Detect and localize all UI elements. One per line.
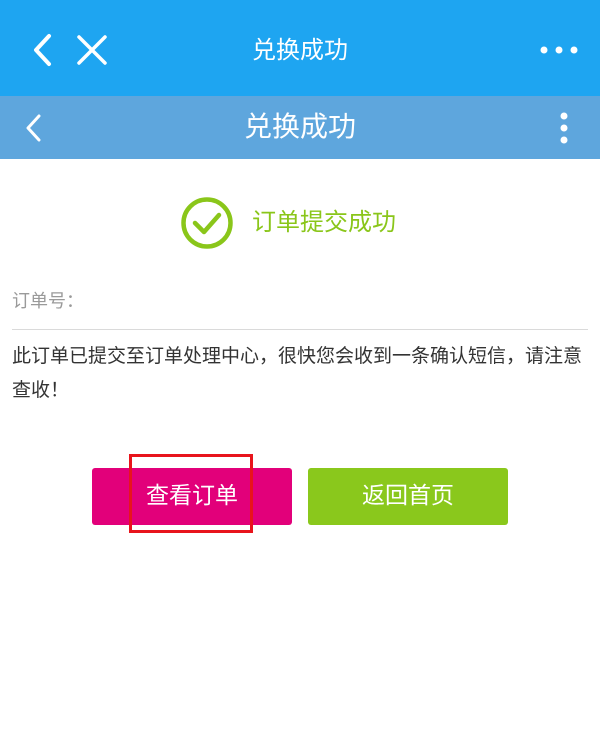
view-order-button[interactable]: 查看订单 — [92, 468, 292, 525]
divider — [12, 329, 588, 330]
page-header-bar: 兑换成功 — [0, 96, 600, 159]
back-to-home-button[interactable]: 返回首页 — [308, 468, 508, 525]
app-title: 兑换成功 — [252, 36, 348, 64]
more-horizontal-icon[interactable] — [538, 30, 580, 70]
more-vertical-icon[interactable] — [550, 108, 578, 148]
app-nav-bar: 兑换成功 — [0, 0, 600, 96]
confirmation-message: 此订单已提交至订单处理中心，很快您会收到一条确认短信，请注意查收！ — [12, 345, 583, 401]
order-number-label: 订单号： — [12, 291, 84, 312]
success-message: 订单提交成功 — [252, 208, 396, 236]
check-circle-icon — [181, 197, 233, 249]
page-title: 兑换成功 — [243, 110, 356, 143]
